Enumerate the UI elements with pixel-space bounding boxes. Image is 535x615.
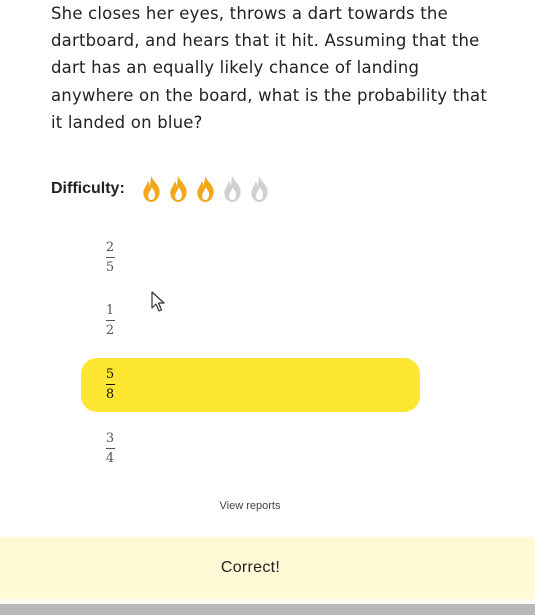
numerator: 2	[105, 240, 115, 255]
denominator: 4	[105, 451, 115, 466]
fraction-bar	[105, 448, 115, 449]
feedback-text: Correct!	[220, 559, 281, 576]
feedback-banner: Correct!	[0, 537, 535, 599]
answer-option-4[interactable]: 3 4	[81, 422, 420, 476]
difficulty-flames	[139, 175, 272, 203]
flame-icon	[143, 176, 160, 202]
fraction-bar	[105, 320, 115, 321]
denominator: 8	[105, 387, 115, 402]
numerator: 3	[105, 431, 115, 446]
fraction: 1 2	[104, 294, 116, 348]
fraction: 2 5	[104, 231, 116, 285]
numerator: 1	[105, 303, 115, 318]
difficulty-rating: Difficulty:	[51, 174, 272, 204]
denominator: 5	[105, 260, 115, 275]
question-text: She closes her eyes, throws a dart towar…	[51, 4, 488, 132]
mouse-cursor-icon	[151, 291, 165, 312]
fraction: 5 8	[104, 358, 116, 412]
flame-icon	[197, 176, 214, 202]
answer-option-2[interactable]: 1 2	[81, 294, 420, 348]
answer-option-1[interactable]: 2 5	[81, 231, 420, 285]
numerator: 5	[105, 367, 115, 382]
denominator: 2	[105, 323, 115, 338]
view-reports-link[interactable]: View reports	[0, 500, 500, 512]
flame-icon	[224, 176, 241, 202]
bottom-scrollbar[interactable]	[0, 604, 535, 615]
fraction-bar	[105, 384, 115, 385]
difficulty-label: Difficulty:	[51, 180, 125, 197]
flame-icon	[251, 176, 268, 202]
flame-icon	[170, 176, 187, 202]
fraction-bar	[105, 257, 115, 258]
answer-option-3[interactable]: 5 8	[81, 358, 420, 412]
fraction: 3 4	[104, 422, 116, 476]
